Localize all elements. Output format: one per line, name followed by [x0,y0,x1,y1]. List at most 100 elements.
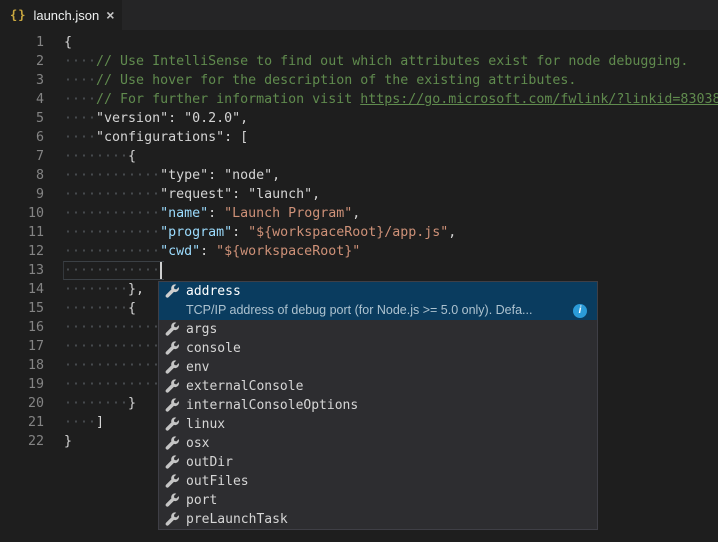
wrench-property-icon [164,322,180,338]
suggest-item[interactable]: env [159,358,597,377]
code-line[interactable]: 2····// Use IntelliSense to find out whi… [0,52,718,71]
code-editor[interactable]: 1{2····// Use IntelliSense to find out w… [0,30,718,542]
code-line[interactable]: 4····// For further information visit ht… [0,90,718,109]
vscode-window: {} launch.json × 1{2····// Use IntelliSe… [0,0,718,542]
suggest-item-selected[interactable]: address TCP/IP address of debug port (fo… [159,282,597,320]
line-number: 5 [0,109,44,128]
whitespace-dots: ············ [64,377,160,392]
line-text: ············ [44,261,162,280]
code-token: { [128,149,136,164]
suggest-item-label: externalConsole [186,377,303,396]
suggest-item[interactable]: preLaunchTask [159,510,597,529]
whitespace-dots: ············ [64,187,160,202]
code-line[interactable]: 10············"name": "Launch Program", [0,204,718,223]
line-text: ············"request": "launch", [44,185,320,204]
line-number: 1 [0,33,44,52]
line-number: 18 [0,356,44,375]
suggest-item[interactable]: args [159,320,597,339]
line-number: 8 [0,166,44,185]
line-text: ············ [44,356,160,375]
suggest-item[interactable]: linux [159,415,597,434]
wrench-property-icon [164,455,180,471]
suggest-item[interactable]: outDir [159,453,597,472]
line-text: ············"type": "node", [44,166,280,185]
code-token: "request": "launch", [160,187,320,202]
line-number: 21 [0,413,44,432]
code-token: , [352,206,360,221]
line-number: 12 [0,242,44,261]
whitespace-dots: ········ [64,301,128,316]
code-token: "${workspaceRoot}/app.js" [248,225,448,240]
text-cursor [160,262,162,279]
line-text: ····// For further information visit htt… [44,90,718,109]
tab-title: launch.json [33,8,99,23]
line-number: 9 [0,185,44,204]
code-line[interactable]: 13············ [0,261,718,280]
whitespace-dots: ············ [64,339,160,354]
line-text: ····] [44,413,104,432]
code-token: { [64,35,72,50]
code-token: : [232,225,248,240]
code-token: : [200,244,216,259]
suggest-item[interactable]: console [159,339,597,358]
line-text: ····"version": "0.2.0", [44,109,248,128]
code-token: "type": "node", [160,168,280,183]
line-number: 11 [0,223,44,242]
code-token: // For further information visit [96,92,360,107]
code-line[interactable]: 5····"version": "0.2.0", [0,109,718,128]
code-token: "Launch Program" [224,206,352,221]
code-token: ] [96,415,104,430]
suggest-item[interactable]: osx [159,434,597,453]
line-text: ············ [44,375,160,394]
code-token: // Use hover for the description of the … [96,73,576,88]
code-line[interactable]: 3····// Use hover for the description of… [0,71,718,90]
whitespace-dots: ···· [64,111,96,126]
suggest-item-description: TCP/IP address of debug port (for Node.j… [186,301,532,320]
line-number: 7 [0,147,44,166]
whitespace-dots: ···· [64,415,96,430]
line-text: ············ [44,337,160,356]
code-line[interactable]: 9············"request": "launch", [0,185,718,204]
line-number: 10 [0,204,44,223]
code-token: : [208,206,224,221]
suggest-item[interactable]: port [159,491,597,510]
whitespace-dots: ············ [64,244,160,259]
whitespace-dots: ···· [64,92,96,107]
suggest-item-label: outFiles [186,472,249,491]
code-token: }, [128,282,144,297]
line-number: 14 [0,280,44,299]
code-token: "${workspaceRoot}" [216,244,360,259]
code-line[interactable]: 11············"program": "${workspaceRoo… [0,223,718,242]
tab-launch-json[interactable]: {} launch.json × [0,0,122,30]
code-line[interactable]: 1{ [0,33,718,52]
code-line[interactable]: 12 ············"cwd": "${workspaceRoot}" [0,242,718,261]
whitespace-dots: ···· [64,73,96,88]
line-text: ····// Use hover for the description of … [44,71,576,90]
whitespace-dots: ············ [64,225,160,240]
line-text: ············"name": "Launch Program", [44,204,360,223]
code-line[interactable]: 8············"type": "node", [0,166,718,185]
info-icon[interactable]: i [573,304,587,318]
line-text: ········{ [44,299,136,318]
suggest-item-label: internalConsoleOptions [186,396,358,415]
code-token: "version": "0.2.0", [96,111,248,126]
wrench-property-icon [164,493,180,509]
suggest-item[interactable]: internalConsoleOptions [159,396,597,415]
tab-bar: {} launch.json × [0,0,718,30]
line-number: 6 [0,128,44,147]
suggest-item[interactable]: outFiles [159,472,597,491]
whitespace-dots: ········ [64,396,128,411]
whitespace-dots: ············ [64,358,160,373]
code-token: "cwd" [160,244,200,259]
line-text: ····// Use IntelliSense to find out whic… [44,52,688,71]
suggest-items: argsconsoleenvexternalConsoleinternalCon… [159,320,597,529]
code-line[interactable]: 7········{ [0,147,718,166]
line-number: 3 [0,71,44,90]
suggest-item-label: args [186,320,217,339]
suggest-item-label: env [186,358,209,377]
suggest-item[interactable]: externalConsole [159,377,597,396]
line-text: ········}, [44,280,144,299]
code-line[interactable]: 6····"configurations": [ [0,128,718,147]
tab-close-icon[interactable]: × [106,8,114,22]
suggest-item-label: address [186,282,241,301]
